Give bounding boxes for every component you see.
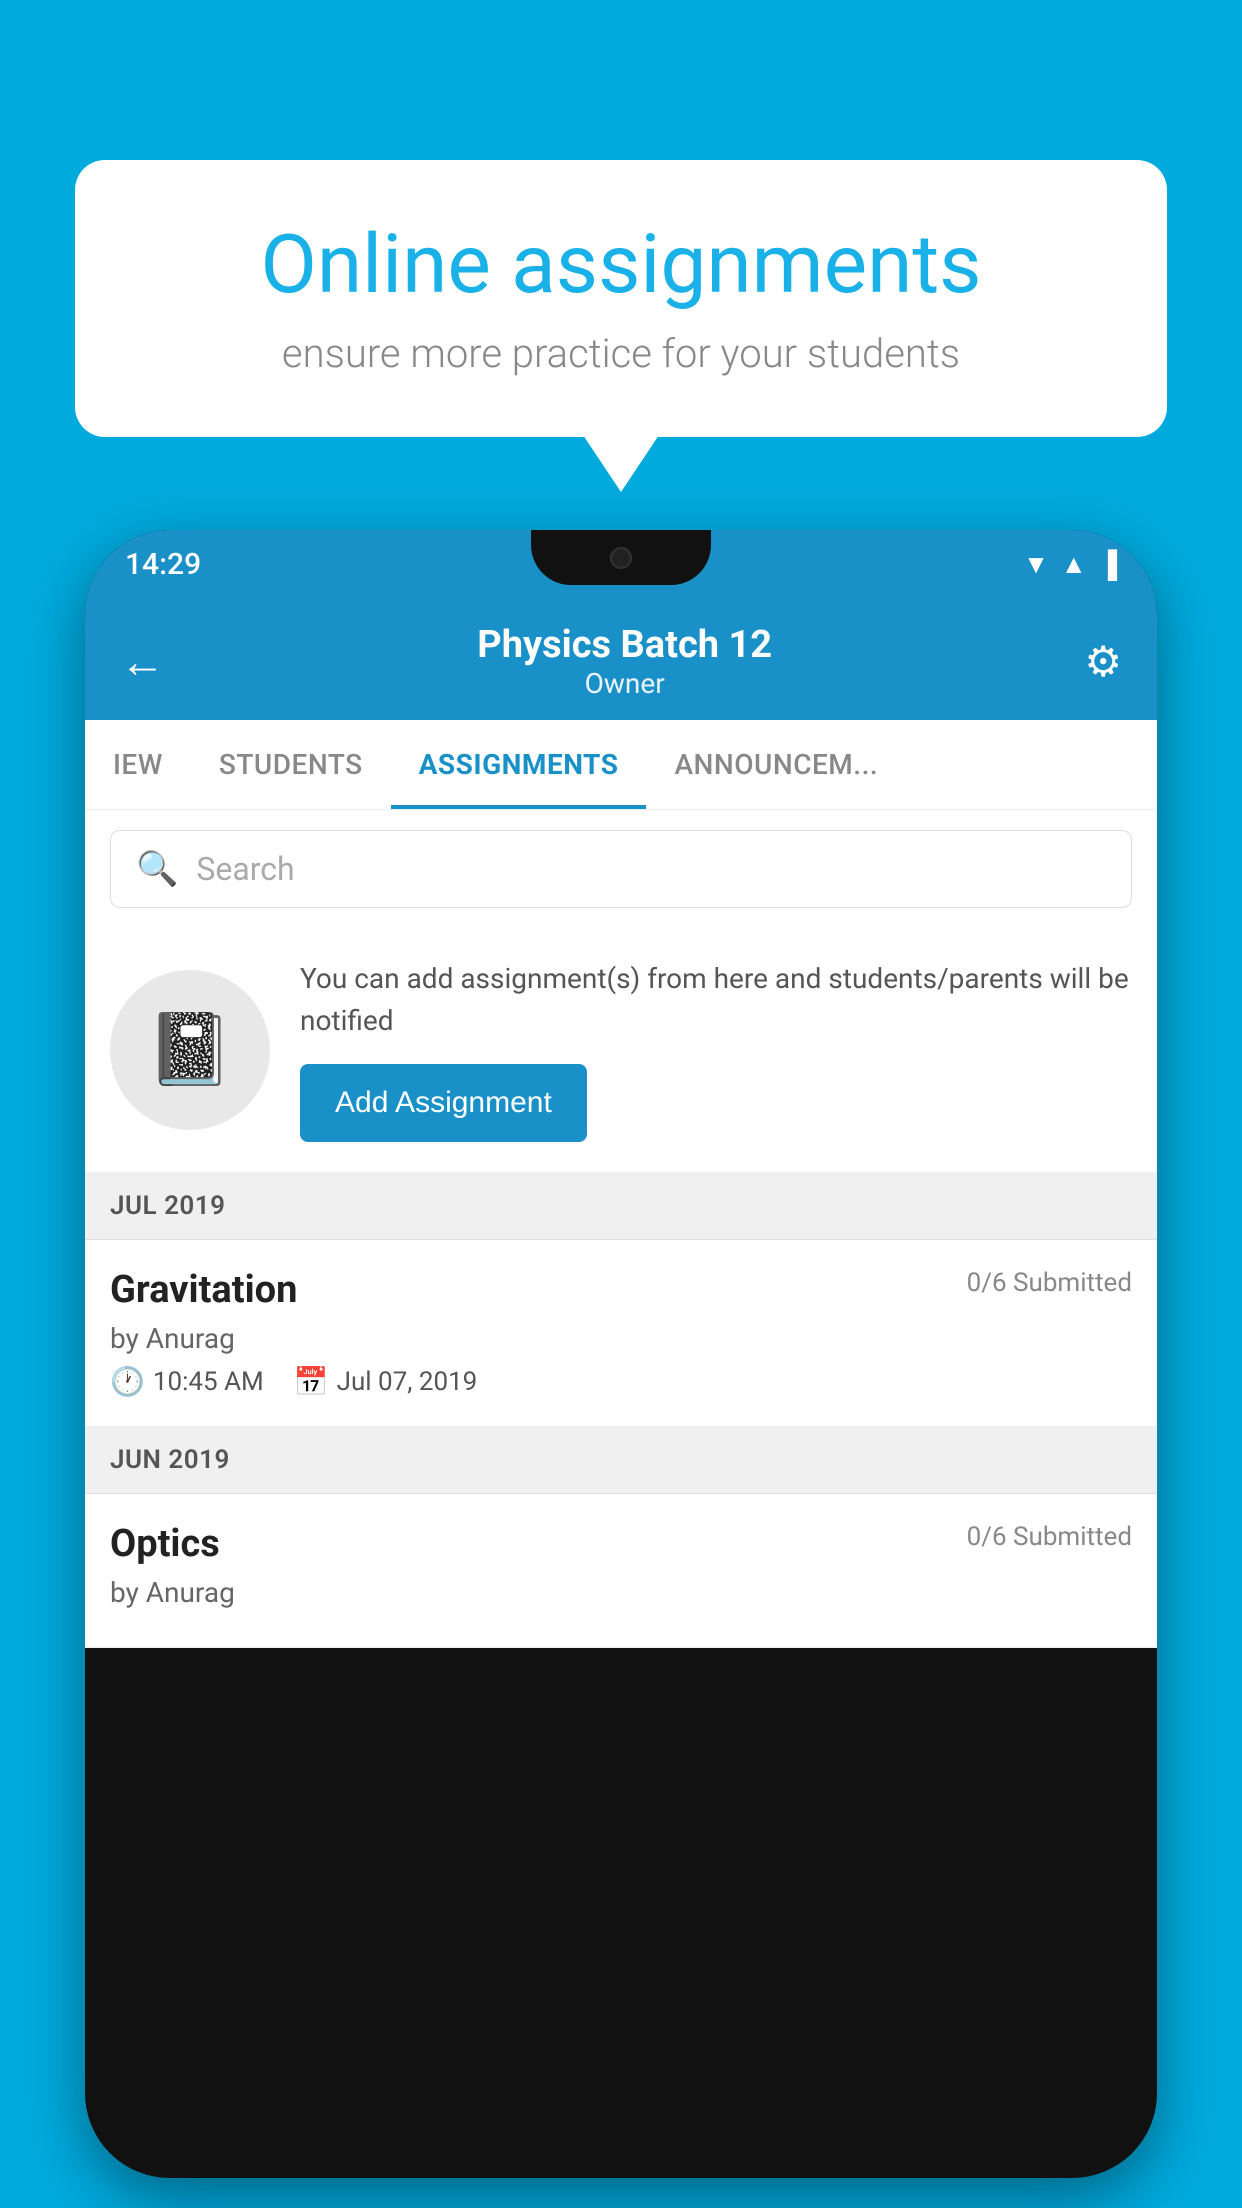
assignment-submitted-gravitation: 0/6 Submitted <box>967 1268 1132 1298</box>
notebook-icon: 📓 <box>146 1009 233 1091</box>
assignment-time-gravitation: 🕐 10:45 AM <box>110 1365 264 1398</box>
assignment-item-gravitation[interactable]: Gravitation 0/6 Submitted by Anurag 🕐 10… <box>85 1240 1157 1427</box>
promo-text-area: You can add assignment(s) from here and … <box>300 958 1132 1142</box>
settings-gear-icon[interactable]: ⚙ <box>1084 637 1122 687</box>
tab-students[interactable]: STUDENTS <box>191 720 391 809</box>
bubble-subtitle: ensure more practice for your students <box>145 330 1097 377</box>
calendar-icon: 📅 <box>294 1365 329 1398</box>
promo-card: 📓 You can add assignment(s) from here an… <box>85 928 1157 1173</box>
time-value-gravitation: 10:45 AM <box>153 1367 264 1397</box>
status-icons: ▼ ▲ ▐ <box>1023 549 1117 580</box>
add-assignment-button[interactable]: Add Assignment <box>300 1064 587 1142</box>
section-header-jun2019: JUN 2019 <box>85 1427 1157 1494</box>
tab-announcements[interactable]: ANNOUNCEM... <box>646 720 906 809</box>
section-header-jul2019: JUL 2019 <box>85 1173 1157 1240</box>
speech-bubble-container: Online assignments ensure more practice … <box>75 160 1167 437</box>
assignment-by-optics: by Anurag <box>110 1576 1132 1609</box>
assignment-meta-gravitation: 🕐 10:45 AM 📅 Jul 07, 2019 <box>110 1365 1132 1398</box>
status-time: 14:29 <box>125 547 201 582</box>
camera <box>610 547 632 569</box>
search-bar: 🔍 Search <box>85 810 1157 928</box>
clock-icon: 🕐 <box>110 1365 145 1398</box>
search-input-wrapper[interactable]: 🔍 Search <box>110 830 1132 908</box>
assignment-item-optics[interactable]: Optics 0/6 Submitted by Anurag <box>85 1494 1157 1648</box>
tab-bar: IEW STUDENTS ASSIGNMENTS ANNOUNCEM... <box>85 720 1157 810</box>
header-title-group: Physics Batch 12 Owner <box>477 623 772 700</box>
assignment-row-top-optics: Optics 0/6 Submitted <box>110 1522 1132 1566</box>
battery-icon: ▐ <box>1099 549 1117 580</box>
app-header: ← Physics Batch 12 Owner ⚙ <box>85 598 1157 720</box>
assignment-row-top: Gravitation 0/6 Submitted <box>110 1268 1132 1312</box>
signal-icon: ▲ <box>1061 549 1087 580</box>
search-icon: 🔍 <box>136 849 178 889</box>
batch-subtitle: Owner <box>477 667 772 700</box>
search-placeholder: Search <box>196 850 294 888</box>
speech-bubble: Online assignments ensure more practice … <box>75 160 1167 437</box>
batch-title: Physics Batch 12 <box>477 623 772 667</box>
tab-assignments[interactable]: ASSIGNMENTS <box>391 720 647 809</box>
phone-frame: 14:29 ▼ ▲ ▐ ← Physics Batch 12 Owner ⚙ I… <box>85 530 1157 2178</box>
assignment-by-gravitation: by Anurag <box>110 1322 1132 1355</box>
assignment-name-optics: Optics <box>110 1522 220 1566</box>
assignment-date-gravitation: 📅 Jul 07, 2019 <box>294 1365 478 1398</box>
bubble-title: Online assignments <box>145 220 1097 310</box>
back-button[interactable]: ← <box>120 635 165 688</box>
assignment-submitted-optics: 0/6 Submitted <box>967 1522 1132 1552</box>
assignment-name-gravitation: Gravitation <box>110 1268 297 1312</box>
promo-icon-circle: 📓 <box>110 970 270 1130</box>
date-value-gravitation: Jul 07, 2019 <box>337 1367 478 1397</box>
wifi-icon: ▼ <box>1023 549 1049 580</box>
tab-iew[interactable]: IEW <box>85 720 191 809</box>
phone-content: 🔍 Search 📓 You can add assignment(s) fro… <box>85 810 1157 1648</box>
status-bar: 14:29 ▼ ▲ ▐ <box>85 530 1157 598</box>
promo-description: You can add assignment(s) from here and … <box>300 958 1132 1042</box>
notch <box>531 530 711 585</box>
